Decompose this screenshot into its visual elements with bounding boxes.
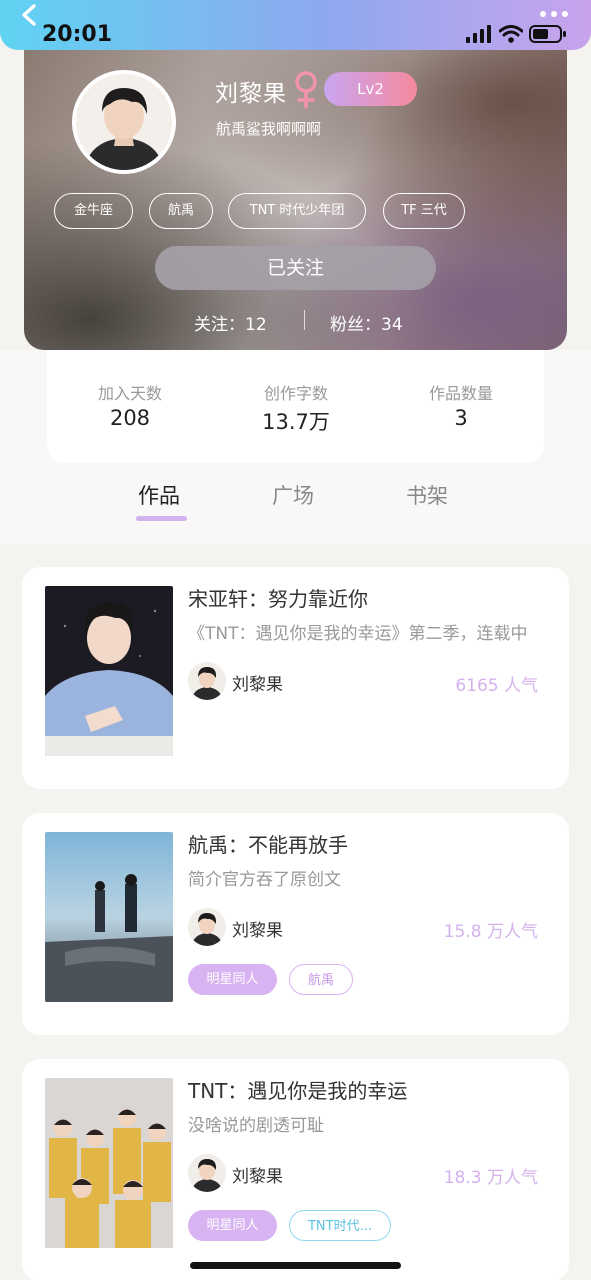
popularity: 18.3 万人气 — [443, 1168, 538, 1188]
profile-tag[interactable]: 金牛座 — [54, 193, 133, 229]
work-title[interactable]: 航禹：不能再放手 — [188, 829, 348, 858]
profile-name: 刘黎果 — [215, 81, 287, 107]
author-avatar[interactable] — [188, 1154, 226, 1192]
genre-tag[interactable]: TNT时代... — [289, 1210, 391, 1241]
back-icon[interactable] — [18, 4, 44, 26]
work-card[interactable]: TNT：遇见你是我的幸运 没啥说的剧透可耻 刘黎果 18.3 万人气 明星同人 … — [22, 1059, 569, 1280]
battery-icon — [529, 25, 566, 43]
cover-image — [45, 586, 173, 756]
summary-value: 3 — [454, 406, 468, 430]
genre-tag[interactable]: 明星同人 — [188, 1210, 277, 1241]
stats-divider — [304, 310, 305, 330]
profile-tag[interactable]: 航禹 — [149, 193, 213, 229]
avatar-portrait — [76, 74, 172, 170]
tab-works[interactable]: 作品 — [138, 480, 180, 510]
summary-word-count: 创作字数 13.7万 — [213, 380, 379, 436]
author-name: 刘黎果 — [232, 921, 283, 941]
work-title[interactable]: TNT：遇见你是我的幸运 — [188, 1075, 407, 1104]
genre-tag[interactable]: 航禹 — [289, 964, 353, 995]
author-name: 刘黎果 — [232, 1167, 283, 1187]
following-count[interactable]: 关注：12 — [194, 310, 267, 335]
summary-join-days: 加入天数 208 — [47, 380, 213, 430]
summary-label: 作品数量 — [428, 384, 493, 403]
more-icon[interactable] — [539, 10, 569, 18]
cover-image — [45, 1078, 173, 1248]
female-icon — [295, 71, 317, 109]
author-name: 刘黎果 — [232, 675, 283, 695]
work-card[interactable]: 航禹：不能再放手 简介官方吞了原创文 刘黎果 15.8 万人气 明星同人 航禹 — [22, 813, 569, 1035]
summary-label: 创作字数 — [263, 384, 328, 403]
tab-bookshelf[interactable]: 书架 — [406, 480, 448, 510]
popularity: 6165 人气 — [455, 676, 538, 696]
tab-plaza[interactable]: 广场 — [272, 480, 314, 510]
signal-icon — [466, 25, 491, 43]
follow-button[interactable]: 已关注 — [155, 246, 436, 290]
work-title[interactable]: 宋亚轩：努力靠近你 — [188, 583, 368, 612]
tab-bar: 作品 广场 书架 — [0, 480, 591, 530]
work-description: 简介官方吞了原创文 — [188, 870, 341, 890]
work-card[interactable]: 宋亚轩：努力靠近你 《TNT：遇见你是我的幸运》第二季，连载中 刘黎果 6165… — [22, 567, 569, 789]
level-badge: Lv2 — [324, 72, 417, 106]
author-avatar-image — [188, 1154, 226, 1192]
summary-value: 208 — [109, 406, 151, 430]
status-time: 20:01 — [42, 22, 113, 47]
top-bar: 20:01 — [0, 0, 591, 50]
follow-stats: 关注：12 粉丝：34 — [24, 308, 567, 335]
profile-tag[interactable]: TNT 时代少年团 — [228, 193, 366, 229]
author-avatar-image — [188, 662, 226, 700]
home-indicator[interactable] — [190, 1262, 401, 1269]
summary-value: 13.7万 — [262, 410, 330, 434]
cover-image — [45, 832, 173, 1002]
profile-banner: 刘黎果 Lv2 航禹鲨我啊啊啊 金牛座 航禹 TNT 时代少年团 TF 三代 已… — [24, 40, 567, 350]
genre-tag[interactable]: 明星同人 — [188, 964, 277, 995]
work-description: 《TNT：遇见你是我的幸运》第二季，连载中 — [188, 624, 528, 644]
work-cover[interactable] — [45, 1078, 173, 1248]
work-description: 没啥说的剧透可耻 — [188, 1116, 324, 1136]
profile-avatar[interactable] — [72, 70, 176, 174]
active-tab-indicator — [136, 516, 187, 521]
author-avatar[interactable] — [188, 662, 226, 700]
summary-card: 加入天数 208 创作字数 13.7万 作品数量 3 — [47, 350, 544, 463]
popularity: 15.8 万人气 — [443, 922, 538, 942]
author-avatar[interactable] — [188, 908, 226, 946]
fans-count[interactable]: 粉丝：34 — [330, 310, 403, 335]
profile-bio: 航禹鲨我啊啊啊 — [216, 120, 322, 138]
work-cover[interactable] — [45, 832, 173, 1002]
wifi-icon — [499, 25, 523, 43]
summary-label: 加入天数 — [97, 384, 162, 403]
author-avatar-image — [188, 908, 226, 946]
work-cover[interactable] — [45, 586, 173, 756]
profile-tag[interactable]: TF 三代 — [383, 193, 465, 229]
summary-work-count: 作品数量 3 — [378, 380, 544, 430]
